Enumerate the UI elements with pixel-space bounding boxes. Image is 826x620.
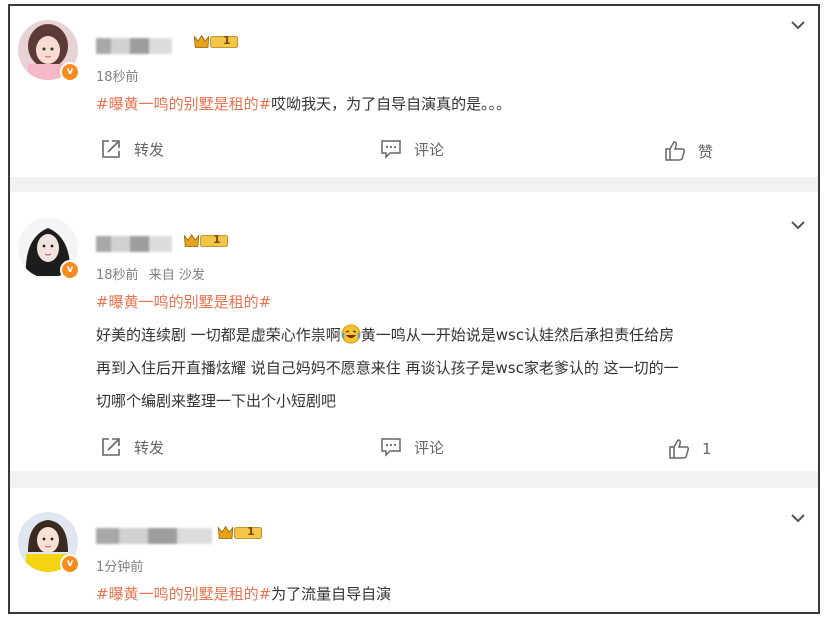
- comment-text: #曝黄一鸣的别墅是租的#哎呦我天，为了自导自演真的是。。。: [96, 88, 808, 121]
- timestamp: 1分钟前: [96, 556, 143, 575]
- comment-button[interactable]: 评论: [380, 436, 444, 458]
- username-blurred[interactable]: [96, 528, 212, 544]
- comment-text: #曝黄一鸣的别墅是租的# 好美的连续剧 一切都是虚荣心作祟啊 黄一鸣从一开始说是…: [96, 286, 808, 418]
- repost-label: 转发: [134, 140, 165, 159]
- username-blurred[interactable]: [96, 236, 172, 252]
- comment-card: v 1 18秒前 #曝黄一鸣的别墅是租的#哎呦我天，为了自导自演真的是。。。 转…: [10, 6, 818, 177]
- repost-button[interactable]: 转发: [100, 138, 164, 160]
- share-icon: [102, 438, 120, 456]
- avatar[interactable]: v: [18, 20, 80, 82]
- hashtag-link[interactable]: #曝黄一鸣的别墅是租的#: [96, 585, 271, 603]
- verified-badge-icon: v: [60, 554, 80, 574]
- comment-body: 哎呦我天，为了自导自演真的是。。。: [271, 95, 512, 113]
- time-text: 18秒前: [96, 70, 139, 85]
- username-blurred[interactable]: [96, 38, 172, 54]
- repost-button[interactable]: 转发: [100, 436, 164, 458]
- chevron-down-icon[interactable]: [790, 17, 806, 33]
- comment-body: 为了流量自导自演: [271, 585, 392, 603]
- like-count: 1: [702, 440, 712, 458]
- like-label: 赞: [698, 142, 714, 161]
- comment-card: v 1 18秒前 来自 沙发 #曝黄一鸣的别墅是租的# 好美的连续剧 一切都是虚…: [10, 192, 818, 471]
- verified-badge-icon: v: [60, 62, 80, 82]
- avatar[interactable]: v: [18, 218, 80, 280]
- comment-line: 再到入住后开直播炫耀 说自己妈妈不愿意来住 再谈认孩子是wsc家老爹认的 这一切…: [96, 359, 679, 377]
- timestamp: 18秒前 来自 沙发: [96, 264, 205, 283]
- chevron-down-icon[interactable]: [790, 510, 806, 526]
- comment-icon: [381, 438, 401, 457]
- comment-card: v 1 1分钟前 #曝黄一鸣的别墅是租的#为了流量自导自演: [10, 488, 818, 612]
- member-level: 1: [223, 34, 231, 47]
- hashtag-link[interactable]: #曝黄一鸣的别墅是租的#: [96, 95, 271, 113]
- repost-label: 转发: [134, 438, 165, 457]
- avatar[interactable]: v: [18, 512, 80, 574]
- timestamp: 18秒前: [96, 66, 139, 85]
- share-icon: [102, 140, 120, 158]
- chevron-down-icon[interactable]: [790, 217, 806, 233]
- member-level: 1: [247, 525, 255, 538]
- member-level-crown-icon: [217, 525, 263, 539]
- comment-line: 好美的连续剧 一切都是虚荣心作祟啊 黄一鸣从一开始说是wsc认娃然后承担责任给房: [96, 319, 808, 352]
- member-level-crown-icon: [183, 233, 229, 247]
- comment-body: 好美的连续剧 一切都是虚荣心作祟啊: [96, 326, 341, 344]
- thumbs-up-icon: [665, 141, 686, 161]
- member-level-crown-icon: [193, 34, 239, 48]
- comment-icon: [381, 140, 401, 159]
- comment-button[interactable]: 评论: [380, 138, 444, 160]
- comment-body: 黄一鸣从一开始说是wsc认娃然后承担责任给房: [360, 326, 675, 344]
- comment-feed: v 1 18秒前 #曝黄一鸣的别墅是租的#哎呦我天，为了自导自演真的是。。。 转…: [8, 4, 820, 614]
- thumbs-up-icon: [669, 439, 690, 459]
- laughing-crying-emoji-icon: [341, 324, 361, 344]
- time-text: 18秒前: [96, 268, 139, 283]
- like-button[interactable]: 赞: [664, 140, 713, 162]
- comment-label: 评论: [414, 140, 445, 159]
- like-button[interactable]: 1: [668, 438, 712, 460]
- hashtag-link[interactable]: #曝黄一鸣的别墅是租的#: [96, 293, 271, 311]
- verified-badge-icon: v: [60, 260, 80, 280]
- comment-line: 切哪个编剧来整理一下出个小短剧吧: [96, 392, 337, 410]
- time-text: 1分钟前: [96, 560, 144, 575]
- member-level: 1: [213, 233, 221, 246]
- comment-text: #曝黄一鸣的别墅是租的#为了流量自导自演: [96, 578, 808, 611]
- source-text[interactable]: 来自 沙发: [149, 268, 205, 283]
- comment-label: 评论: [414, 438, 445, 457]
